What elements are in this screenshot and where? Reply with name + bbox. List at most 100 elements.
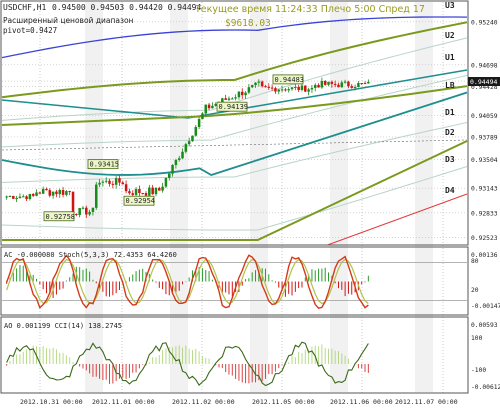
candle-body-5 — [21, 196, 25, 198]
candle-body-37 — [128, 191, 131, 194]
candle-body-97 — [327, 81, 330, 85]
candle-body-3 — [15, 198, 18, 200]
candle-body-24 — [85, 207, 88, 215]
candle-body-52 — [177, 158, 181, 161]
candle-body-73 — [247, 87, 251, 93]
price-box-label-1: 0.92954 — [126, 197, 156, 205]
session-stripe-2 — [250, 2, 268, 392]
candle-body-20 — [71, 191, 75, 215]
price-box-label-4: 0.94483 — [275, 76, 305, 84]
candle-body-43 — [148, 187, 151, 196]
session-stripe-4 — [415, 2, 433, 392]
candle-body-14 — [51, 191, 55, 196]
candle-body-62 — [211, 105, 214, 109]
price-tick-9: 0.92523 — [471, 235, 498, 242]
candle-body-46 — [158, 187, 161, 191]
price-tick-4: 0.94059 — [471, 113, 498, 120]
time-axis: 2012.10.31 00:00 2012.11.01 00:00 2012.11.… — [19, 396, 460, 406]
time-tick-1: 2012.11.01 00:00 — [92, 398, 155, 406]
candle-body-102 — [343, 81, 347, 83]
candle-body-104 — [350, 86, 354, 88]
price-tick-7: 0.93143 — [471, 186, 498, 193]
candle-body-8 — [31, 193, 35, 196]
candle-body-87 — [294, 86, 297, 88]
candle-body-79 — [267, 86, 271, 88]
candle-body-32 — [111, 183, 115, 185]
candle-body-77 — [260, 81, 264, 87]
candle-body-78 — [264, 86, 267, 88]
candle-body-28 — [98, 182, 101, 185]
price-bands — [1, 16, 468, 246]
candle-body-4 — [18, 196, 22, 199]
candle-body-99 — [333, 83, 337, 85]
candle-body-27 — [94, 184, 98, 208]
candle-body-15 — [55, 191, 58, 195]
candle-body-108 — [363, 83, 367, 85]
candle-body-51 — [174, 160, 178, 166]
candle-body-56 — [191, 135, 194, 142]
price-tick-5: 0.93789 — [471, 134, 498, 141]
candle-body-31 — [108, 180, 111, 184]
candle-body-106 — [357, 83, 360, 87]
level-label-d1: D1 — [445, 108, 455, 117]
candle-body-72 — [244, 92, 247, 96]
candle-body-35 — [121, 182, 125, 185]
ac-tick-2: 20 — [471, 287, 479, 294]
candle-body-9 — [35, 192, 38, 196]
candle-body-50 — [171, 165, 174, 174]
price-tick-8: 0.92833 — [471, 210, 498, 217]
ao-tick-1: 100 — [471, 335, 483, 342]
candle-body-74 — [250, 85, 254, 88]
time-tick-0: 2012.10.31 00:00 — [20, 398, 83, 406]
candle-body-100 — [337, 84, 340, 88]
candle-body-101 — [340, 82, 344, 88]
candle-body-10 — [38, 192, 42, 194]
candle-body-63 — [214, 103, 217, 106]
candle-body-94 — [317, 84, 320, 88]
candle-body-33 — [114, 178, 118, 185]
candle-body-17 — [61, 189, 65, 195]
time-tick-2: 2012.11.02 00:00 — [172, 398, 235, 406]
candle-body-7 — [28, 193, 32, 200]
ac-stoch-panel — [2, 254, 467, 310]
candle-body-53 — [181, 151, 184, 159]
candle-body-82 — [277, 89, 281, 92]
balance-label: $9618.03 — [225, 18, 271, 29]
candle-body-105 — [353, 86, 357, 88]
candle-body-6 — [25, 196, 28, 200]
candle-body-0 — [5, 196, 8, 198]
trading-chart: 0.93415 0.92954 0.92758 0.94139 0.94483 USDC… — [0, 0, 500, 408]
candle-body-36 — [124, 184, 128, 192]
level-label-u2: U2 — [445, 31, 455, 40]
candle-body-95 — [320, 81, 324, 88]
time-tick-3: 2012.11.05 00:00 — [252, 398, 315, 406]
candle-body-55 — [187, 141, 191, 145]
ao-tick-3: -0.00612 — [471, 384, 500, 391]
candle-body-66 — [224, 98, 227, 100]
ohlc-label: 0.94500 0.94503 0.94420 0.94494 — [52, 3, 201, 12]
candle-body-86 — [290, 87, 294, 90]
candle-body-89 — [300, 85, 304, 90]
candle-body-45 — [154, 187, 158, 195]
candle-body-60 — [204, 104, 208, 114]
candle-body-18 — [65, 191, 68, 195]
candle-body-71 — [240, 91, 244, 96]
level-label-d4: D4 — [445, 186, 455, 195]
candle-body-67 — [227, 98, 231, 100]
ac-tick-3: -0.00147 — [471, 303, 500, 310]
candle-body-68 — [231, 98, 234, 100]
price-box-label-2: 0.92758 — [46, 213, 76, 221]
candle-body-2 — [12, 196, 15, 199]
candle-body-103 — [347, 81, 350, 87]
pivot-dash — [1, 139, 468, 151]
grid-lines — [2, 2, 467, 393]
time-tick-4: 2012.11.06 00:00 — [330, 398, 393, 406]
ao-tick-0: 0.00593 — [471, 322, 498, 329]
candle-body-26 — [91, 207, 95, 212]
candle-body-40 — [138, 189, 141, 194]
candle-body-12 — [45, 188, 48, 191]
candle-body-98 — [330, 81, 334, 84]
info-range-label: Расширенный ценовой диапазон — [3, 16, 134, 25]
candle-body-23 — [81, 207, 85, 209]
price-tick-1: 0.94698 — [471, 62, 498, 69]
